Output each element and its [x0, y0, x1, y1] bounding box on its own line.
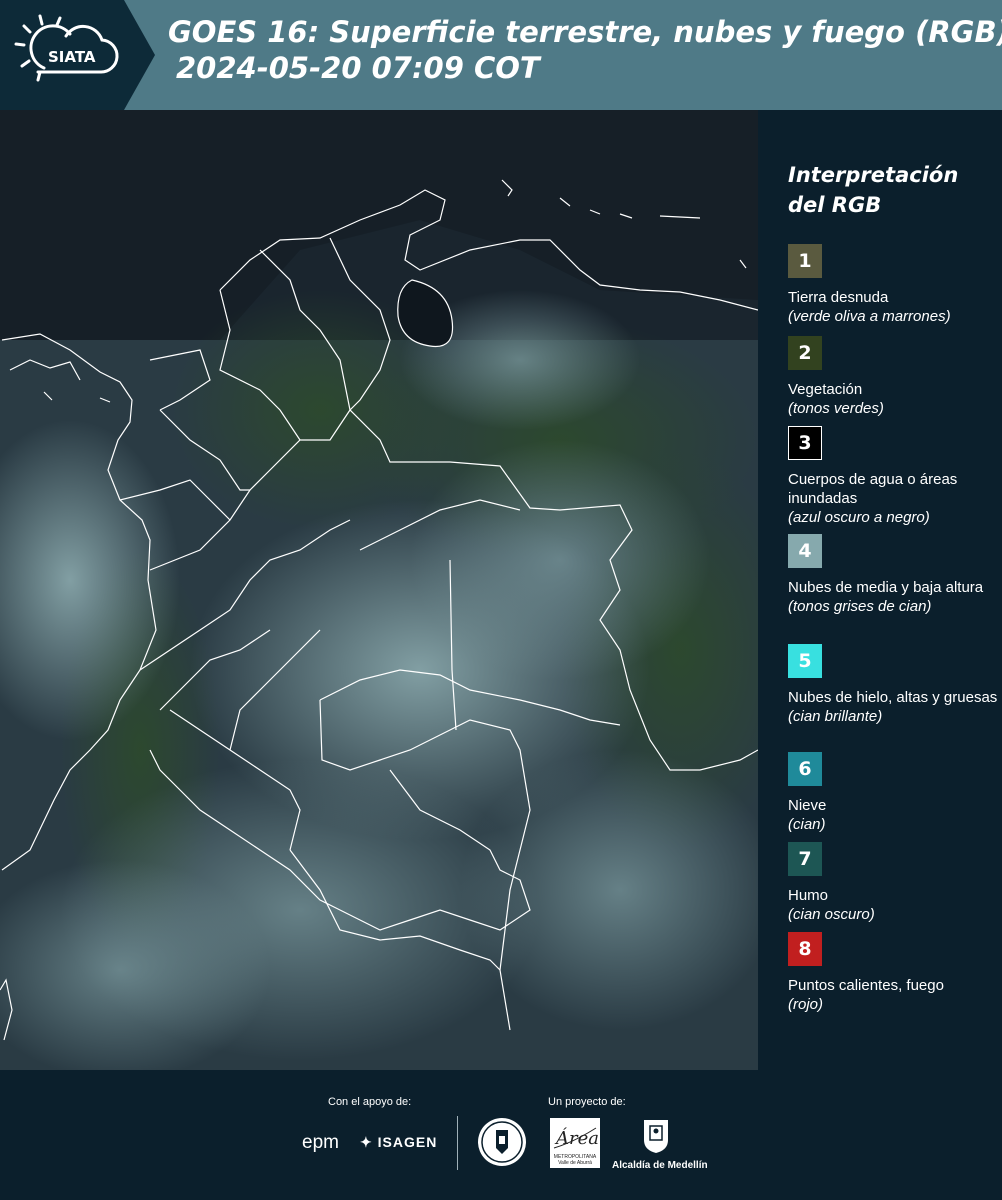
- legend: Interpretación del RGB 1 Tierra desnuda …: [788, 160, 997, 1013]
- satellite-map[interactable]: [0, 110, 758, 1070]
- legend-item-2: 2 Vegetación (tonos verdes): [788, 336, 998, 418]
- title-product: GOES 16: Superficie terrestre, nubes y f…: [168, 15, 1002, 49]
- alcaldia-medellin-label: Alcaldía de Medellín: [612, 1160, 708, 1171]
- legend-item-8: 8 Puntos calientes, fuego (rojo): [788, 932, 998, 1014]
- legend-desc-3: Cuerpos de agua o áreas inundadas (azul …: [788, 471, 958, 526]
- legend-swatch-4: 4: [788, 534, 822, 568]
- isagen-mark-icon: ✦: [360, 1134, 373, 1150]
- project-label: Un proyecto de:: [548, 1096, 626, 1108]
- legend-swatch-3: 3: [788, 426, 822, 460]
- legend-desc-7: Humo (cian oscuro): [788, 887, 875, 923]
- university-seal-logo: [478, 1118, 526, 1166]
- legend-swatch-7: 7: [788, 842, 822, 876]
- legend-desc-6: Nieve (cian): [788, 797, 827, 833]
- legend-swatch-1: 1: [788, 244, 822, 278]
- isagen-logo: ✦ ISAGEN: [360, 1134, 438, 1150]
- svg-text:SIATA: SIATA: [48, 48, 96, 66]
- support-label: Con el apoyo de:: [328, 1096, 412, 1108]
- legend-swatch-8: 8: [788, 932, 822, 966]
- legend-item-3: 3 Cuerpos de agua o áreas inundadas (azu…: [788, 426, 998, 527]
- footer-divider: [457, 1116, 458, 1170]
- legend-item-6: 6 Nieve (cian): [788, 752, 998, 834]
- medellin-shield-icon: [644, 1120, 668, 1153]
- area-metropolitana-text: METROPOLITANA Valle de Aburrá: [553, 1154, 597, 1166]
- title-timestamp: 2024-05-20 07:09 COT: [176, 51, 540, 85]
- header: SIATA GOES 16: Superficie terrestre, nub…: [0, 0, 1002, 110]
- legend-swatch-6: 6: [788, 752, 822, 786]
- legend-swatch-5: 5: [788, 644, 822, 678]
- legend-swatch-2: 2: [788, 336, 822, 370]
- legend-desc-1: Tierra desnuda (verde oliva a marrones): [788, 289, 951, 325]
- legend-item-1: 1 Tierra desnuda (verde oliva a marrones…: [788, 244, 998, 326]
- page-title: GOES 16: Superficie terrestre, nubes y f…: [168, 14, 1002, 86]
- legend-item-7: 7 Humo (cian oscuro): [788, 842, 998, 924]
- footer: Con el apoyo de: Un proyecto de: epm ✦ I…: [0, 1070, 1002, 1200]
- legend-desc-4: Nubes de media y baja altura (tonos gris…: [788, 579, 984, 615]
- siata-logo: SIATA: [14, 14, 119, 82]
- legend-item-4: 4 Nubes de media y baja altura (tonos gr…: [788, 534, 998, 616]
- legend-title: Interpretación del RGB: [788, 163, 959, 217]
- legend-desc-8: Puntos calientes, fuego (rojo): [788, 977, 944, 1013]
- rgb-satellite-image: [0, 110, 758, 1070]
- legend-desc-2: Vegetación (tonos verdes): [788, 381, 884, 417]
- legend-item-5: 5 Nubes de hielo, altas y gruesas (cian …: [788, 644, 998, 726]
- area-script-icon: Área: [553, 1126, 599, 1149]
- epm-logo: epm: [302, 1132, 339, 1153]
- legend-desc-5: Nubes de hielo, altas y gruesas (cian br…: [788, 689, 998, 725]
